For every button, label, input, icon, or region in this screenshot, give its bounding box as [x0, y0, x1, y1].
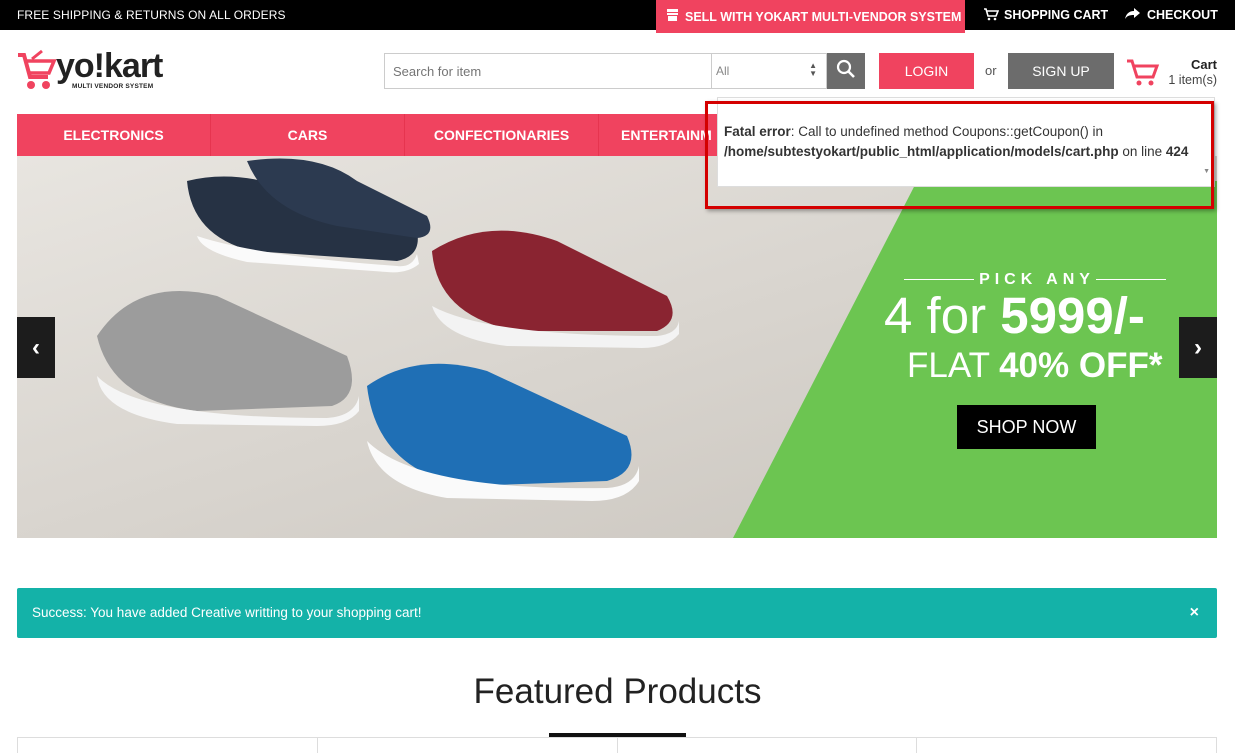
nav-item-confectionaries[interactable]: CONFECTIONARIES: [405, 114, 599, 156]
product-card[interactable]: [917, 738, 1217, 753]
checkout-link[interactable]: CHECKOUT: [1124, 0, 1218, 30]
chevron-right-icon: ›: [1194, 333, 1202, 361]
nav-item-cars[interactable]: CARS: [211, 114, 405, 156]
product-card[interactable]: [618, 738, 918, 753]
shipping-promo-text: FREE SHIPPING & RETURNS ON ALL ORDERS: [17, 8, 286, 22]
category-select-value: All: [716, 64, 730, 78]
cart-title: Cart: [1190, 57, 1217, 72]
search-icon: [836, 59, 856, 84]
hero-banner: PICK ANY 4 for 5999/- FLAT 40% OFF* SHOP…: [17, 156, 1217, 538]
shop-now-button[interactable]: SHOP NOW: [957, 405, 1096, 449]
cart-item-count: 1 item(s): [1168, 73, 1217, 87]
sell-label: SELL WITH YOKART MULTI-VENDOR SYSTEM: [685, 9, 962, 24]
carousel-prev-button[interactable]: ‹: [17, 317, 55, 378]
success-message: Success: You have added Creative writtin…: [32, 605, 422, 620]
signup-button[interactable]: SIGN UP: [1008, 53, 1114, 89]
category-nav: ELECTRONICS CARS CONFECTIONARIES ENTERTA…: [17, 114, 717, 156]
nav-item-electronics[interactable]: ELECTRONICS: [17, 114, 211, 156]
checkout-label: CHECKOUT: [1147, 8, 1218, 22]
yokart-logo[interactable]: yo!kart MULTI VENDOR SYSTEM: [16, 47, 166, 93]
store-icon: [666, 8, 679, 25]
shopping-cart-label: SHOPPING CART: [1004, 8, 1109, 22]
search-input[interactable]: [385, 54, 711, 88]
offer-price: 5999/-: [1000, 287, 1145, 344]
cart-icon: [1126, 58, 1160, 93]
success-alert: Success: You have added Creative writtin…: [17, 588, 1217, 638]
category-select[interactable]: All ▲ ▼: [711, 54, 827, 88]
nav-item-entertainment[interactable]: ENTERTAINM: [599, 114, 717, 156]
select-arrows-icon: ▲ ▼: [809, 61, 817, 78]
offer-prefix: 4 for: [884, 287, 1001, 344]
cart-logo-icon: [16, 49, 58, 98]
shopping-cart-link[interactable]: SHOPPING CART: [983, 0, 1108, 30]
logo-tagline: MULTI VENDOR SYSTEM: [72, 83, 154, 90]
search-button[interactable]: [827, 53, 865, 89]
highlight-frame: [705, 101, 1214, 209]
chevron-left-icon: ‹: [32, 333, 40, 361]
logo-brand-text: yo!kart: [56, 47, 163, 85]
share-arrow-icon: [1124, 7, 1141, 23]
flat-prefix: FLAT: [907, 346, 1000, 385]
cart-small-icon: [983, 7, 1000, 24]
featured-products-title: Featured Products: [473, 672, 762, 711]
carousel-next-button[interactable]: ›: [1179, 317, 1217, 378]
search-bar: All ▲▼: [384, 53, 827, 89]
header-cart[interactable]: Cart 1 item(s): [1126, 56, 1221, 92]
or-text: or: [985, 63, 997, 78]
flat-off-text: FLAT 40% OFF*: [907, 345, 1162, 387]
login-button[interactable]: LOGIN: [879, 53, 974, 89]
product-card[interactable]: [18, 738, 318, 753]
sell-with-yokart-button[interactable]: SELL WITH YOKART MULTI-VENDOR SYSTEM: [656, 0, 965, 33]
close-icon[interactable]: ×: [1190, 604, 1199, 622]
offer-headline: 4 for 5999/-: [884, 286, 1145, 346]
flat-value: 40% OFF*: [999, 346, 1163, 385]
product-card[interactable]: [318, 738, 618, 753]
product-grid: [17, 737, 1217, 753]
